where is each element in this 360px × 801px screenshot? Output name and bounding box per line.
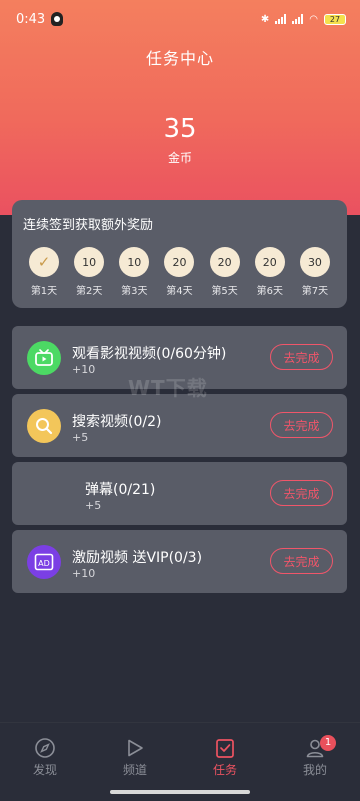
signal-icon-2 [292,14,304,24]
day-label: 第3天 [121,286,148,297]
bluetooth-icon: ✱ [260,13,270,25]
checkin-day-6[interactable]: 20 第6天 [254,247,286,297]
checkin-day-2[interactable]: 10 第2天 [73,247,105,297]
day-reward: 10 [119,247,150,277]
checkin-day-1[interactable]: ✓ 第1天 [28,247,60,297]
task-reward-video: AD 激励视频 送VIP(0/3) +10 去完成 [12,530,347,593]
tab-label: 我的 [302,763,327,777]
tv-icon [27,341,61,375]
complete-button[interactable]: 去完成 [270,548,333,574]
day-reward: 30 [299,247,330,277]
checkmark-icon: ✓ [29,247,59,277]
watermark: WT下载 [128,376,208,400]
task-title: 弹幕(0/21) [85,482,156,498]
search-icon [27,409,61,443]
task-reward: +10 [72,567,96,580]
task-danmaku: 弹幕(0/21) +5 去完成 [12,462,347,525]
wifi-icon: ◠ [309,13,318,25]
play-icon [124,737,146,759]
day-reward: 10 [74,247,105,277]
status-time: 0:43 [16,11,46,27]
task-reward: +5 [85,499,102,512]
battery-icon: 27 [324,13,346,25]
home-indicator[interactable] [110,790,250,794]
day-label: 第2天 [75,286,103,297]
complete-button[interactable]: 去完成 [270,344,333,370]
ad-icon-label: AD [38,559,50,568]
coin-balance: 35 [163,114,197,144]
task-title: 搜索视频(0/2) [72,414,162,430]
qq-notification-icon [51,12,64,26]
status-bar: 0:43 ✱ ◠ 27 [0,0,360,38]
compass-icon [34,737,56,759]
signal-icon [275,14,287,24]
coin-label: 金币 [167,151,192,165]
day-label: 第6天 [256,286,283,297]
tab-label: 发现 [32,763,57,777]
notification-badge: 1 [320,735,336,751]
checkin-days: ✓ 第1天 10 第2天 10 第3天 20 第4天 20 第5天 20 第6天… [23,247,337,297]
day-label: 第5天 [211,286,238,297]
task-icon [214,737,236,759]
complete-button[interactable]: 去完成 [270,412,333,438]
checkin-day-7[interactable]: 30 第7天 [299,247,331,297]
checkin-title: 连续签到获取额外奖励 [23,218,154,233]
checkin-day-5[interactable]: 20 第5天 [209,247,241,297]
tab-label: 频道 [122,763,147,777]
task-reward: +5 [72,431,89,444]
checkin-card: 连续签到获取额外奖励 ✓ 第1天 10 第2天 10 第3天 20 第4天 20… [12,200,347,308]
day-reward: 20 [254,247,285,277]
task-reward: +10 [72,363,96,376]
day-reward: 20 [209,247,240,277]
day-reward: 20 [164,247,195,277]
checkin-day-4[interactable]: 20 第4天 [163,247,195,297]
page-title: 任务中心 [145,49,214,68]
tab-mine[interactable]: 我的 1 [270,723,360,801]
ad-icon: AD [27,545,61,579]
day-label: 第1天 [30,286,58,297]
tab-discover[interactable]: 发现 [0,723,90,801]
checkin-day-3[interactable]: 10 第3天 [118,247,150,297]
day-label: 第7天 [301,286,329,297]
tab-label: 任务 [212,763,237,777]
task-title: 激励视频 送VIP(0/3) [72,550,203,566]
task-title: 观看影视视频(0/60分钟) [72,346,227,362]
complete-button[interactable]: 去完成 [270,480,333,506]
task-search-video: 搜索视频(0/2) +5 去完成 [12,394,347,457]
day-label: 第4天 [166,286,193,297]
